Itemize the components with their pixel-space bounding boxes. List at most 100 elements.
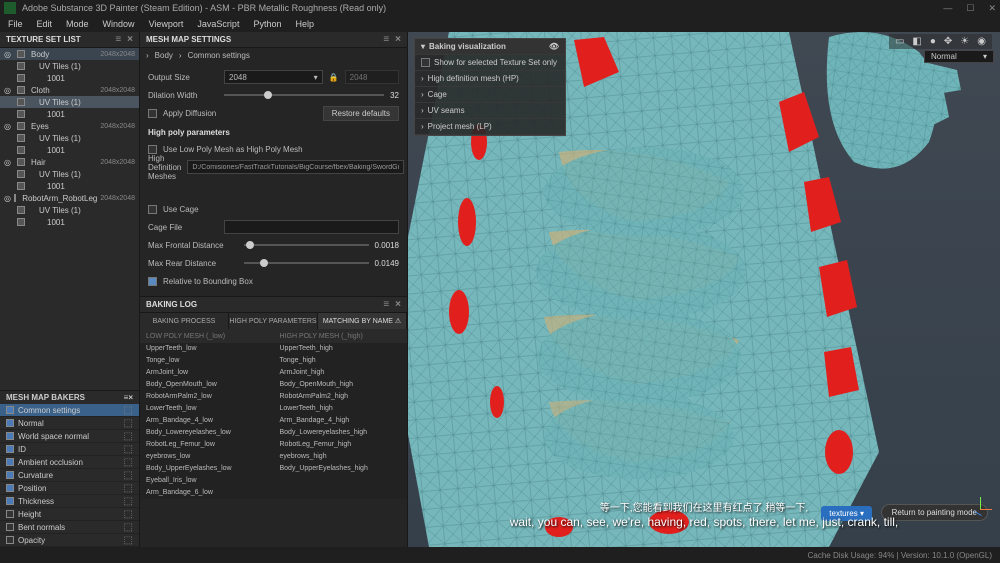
- match-row[interactable]: ArmJoint_lowArmJoint_high: [140, 367, 407, 379]
- menu-file[interactable]: File: [8, 19, 23, 29]
- axis-gizmo[interactable]: [968, 497, 992, 521]
- menu-javascript[interactable]: JavaScript: [197, 19, 239, 29]
- light-icon[interactable]: ☀: [960, 36, 969, 47]
- texture-set-row[interactable]: 1001: [0, 108, 139, 120]
- baker-list[interactable]: Common settings⬚Normal⬚World space norma…: [0, 404, 139, 547]
- restore-defaults-button[interactable]: Restore defaults: [323, 106, 399, 121]
- ov-lp-row[interactable]: ›Project mesh (LP): [415, 119, 565, 135]
- close-button[interactable]: ✕: [988, 3, 996, 14]
- texture-set-row[interactable]: UV Tiles (1): [0, 168, 139, 180]
- baker-row[interactable]: Height⬚: [0, 508, 139, 521]
- use-cage-checkbox[interactable]: [148, 205, 157, 214]
- lock-icon[interactable]: 🔒: [329, 73, 339, 82]
- log-menu-icon[interactable]: ≡: [383, 299, 389, 310]
- baker-row[interactable]: Ambient occlusion⬚: [0, 456, 139, 469]
- tab-baking-process[interactable]: BAKING PROCESS: [140, 313, 229, 329]
- use-low-poly-label: Use Low Poly Mesh as High Poly Mesh: [163, 145, 303, 154]
- match-row[interactable]: RobotArmPalm2_lowRobotArmPalm2_high: [140, 391, 407, 403]
- match-row[interactable]: UpperTeeth_lowUpperTeeth_high: [140, 343, 407, 355]
- texture-set-row[interactable]: ◎Eyes2048x2048: [0, 120, 139, 132]
- log-close-icon[interactable]: ×: [395, 299, 401, 310]
- texture-set-row[interactable]: 1001: [0, 216, 139, 228]
- bakers-close-icon[interactable]: ×: [128, 393, 133, 402]
- baker-row[interactable]: World space normal⬚: [0, 430, 139, 443]
- display-icon[interactable]: ▭: [895, 36, 904, 47]
- shading-mode-select[interactable]: Normal▾: [924, 50, 994, 63]
- apply-diffusion-checkbox[interactable]: [148, 109, 157, 118]
- breadcrumb[interactable]: › Body › Common settings: [140, 48, 407, 62]
- match-row[interactable]: Arm_Bandage_4_lowArm_Bandage_4_high: [140, 415, 407, 427]
- baker-row[interactable]: Bent normals⬚: [0, 521, 139, 534]
- tab-hp-params[interactable]: HIGH POLY PARAMETERS: [229, 313, 318, 329]
- match-row[interactable]: Body_OpenMouth_lowBody_OpenMouth_high: [140, 379, 407, 391]
- texture-set-row[interactable]: ◎RobotArm_RobotLeg2048x2048: [0, 192, 139, 204]
- baker-row[interactable]: Thickness⬚: [0, 495, 139, 508]
- hd-meshes-field[interactable]: D:/Comisiones/FastTrackTutorials/BigCour…: [187, 160, 404, 174]
- menu-viewport[interactable]: Viewport: [149, 19, 184, 29]
- baking-log-header: BAKING LOG ≡×: [140, 297, 407, 313]
- panel-close-icon[interactable]: ×: [127, 34, 133, 45]
- breadcrumb-body[interactable]: Body: [155, 51, 173, 60]
- baker-row[interactable]: Common settings⬚: [0, 404, 139, 417]
- ov-hp-row[interactable]: ›High definition mesh (HP): [415, 71, 565, 87]
- menu-window[interactable]: Window: [103, 19, 135, 29]
- output-size-select[interactable]: 2048▾: [224, 70, 323, 84]
- baker-row[interactable]: Normal⬚: [0, 417, 139, 430]
- record-icon[interactable]: ●: [930, 36, 936, 47]
- dilation-slider[interactable]: [224, 94, 384, 96]
- texture-set-row[interactable]: ◎Cloth2048x2048: [0, 84, 139, 96]
- eye-off-icon[interactable]: 👁: [549, 42, 559, 51]
- col-low: LOW POLY MESH (_low): [140, 333, 274, 340]
- baker-row[interactable]: ID⬚: [0, 443, 139, 456]
- mesh-map-settings-title: MESH MAP SETTINGS: [146, 35, 231, 44]
- texture-set-row[interactable]: 1001: [0, 180, 139, 192]
- ov-uvseams-row[interactable]: ›UV seams: [415, 103, 565, 119]
- cage-file-field[interactable]: [224, 220, 399, 234]
- menu-edit[interactable]: Edit: [37, 19, 53, 29]
- minimize-button[interactable]: —: [943, 3, 952, 14]
- match-row[interactable]: Body_Lowereyelashes_lowBody_Lowereyelash…: [140, 427, 407, 439]
- texture-set-row[interactable]: 1001: [0, 144, 139, 156]
- texture-set-row[interactable]: UV Tiles (1): [0, 132, 139, 144]
- match-row[interactable]: Arm_Bandage_6_low: [140, 487, 407, 499]
- capture-icon[interactable]: ◉: [977, 36, 986, 47]
- use-low-poly-checkbox[interactable]: [148, 145, 157, 154]
- camera-icon[interactable]: ◧: [912, 36, 921, 47]
- texture-set-row[interactable]: UV Tiles (1): [0, 60, 139, 72]
- match-row[interactable]: Body_UpperEyelashes_lowBody_UpperEyelash…: [140, 463, 407, 475]
- settings-menu-icon[interactable]: ≡: [383, 34, 389, 45]
- match-row[interactable]: Tonge_lowTonge_high: [140, 355, 407, 367]
- breadcrumb-common[interactable]: Common settings: [188, 51, 250, 60]
- texture-set-tree[interactable]: ◎Body2048x2048UV Tiles (1)1001◎Cloth2048…: [0, 48, 139, 228]
- snap-icon[interactable]: ✥: [944, 36, 952, 47]
- viewport[interactable]: ▭ ◧ ● ✥ ☀ ◉ Normal▾ ▾Baking visualizatio…: [408, 32, 1000, 547]
- texture-set-row[interactable]: UV Tiles (1): [0, 204, 139, 216]
- show-selected-row[interactable]: Show for selected Texture Set only: [415, 55, 565, 71]
- menu-help[interactable]: Help: [295, 19, 314, 29]
- settings-close-icon[interactable]: ×: [395, 34, 401, 45]
- texture-set-row[interactable]: ◎Hair2048x2048: [0, 156, 139, 168]
- match-row[interactable]: eyebrows_loweyebrows_high: [140, 451, 407, 463]
- texture-set-row[interactable]: 1001: [0, 72, 139, 84]
- panel-menu-icon[interactable]: ≡: [115, 34, 121, 45]
- match-row[interactable]: Eyeball_Iris_low: [140, 475, 407, 487]
- relative-bb-checkbox[interactable]: [148, 277, 157, 286]
- tab-matching[interactable]: MATCHING BY NAME ⚠: [318, 313, 407, 329]
- menu-mode[interactable]: Mode: [66, 19, 89, 29]
- match-row[interactable]: RobotLeg_Femur_lowRobotLeg_Femur_high: [140, 439, 407, 451]
- texture-set-row[interactable]: UV Tiles (1): [0, 96, 139, 108]
- max-rear-slider[interactable]: [244, 262, 369, 264]
- ov-cage-row[interactable]: ›Cage: [415, 87, 565, 103]
- mesh-map-bakers-header: MESH MAP BAKERS ≡×: [0, 390, 139, 404]
- baker-row[interactable]: Curvature⬚: [0, 469, 139, 482]
- baker-row[interactable]: Position⬚: [0, 482, 139, 495]
- texture-set-row[interactable]: ◎Body2048x2048: [0, 48, 139, 60]
- match-row[interactable]: LowerTeeth_lowLowerTeeth_high: [140, 403, 407, 415]
- max-frontal-slider[interactable]: [244, 244, 369, 246]
- menu-python[interactable]: Python: [253, 19, 281, 29]
- baking-vis-header[interactable]: ▾Baking visualization👁: [415, 39, 565, 55]
- maximize-button[interactable]: ☐: [966, 3, 974, 14]
- baker-row[interactable]: Opacity⬚: [0, 534, 139, 547]
- show-selected-checkbox[interactable]: [421, 58, 430, 67]
- menubar: File Edit Mode Window Viewport JavaScrip…: [0, 16, 1000, 32]
